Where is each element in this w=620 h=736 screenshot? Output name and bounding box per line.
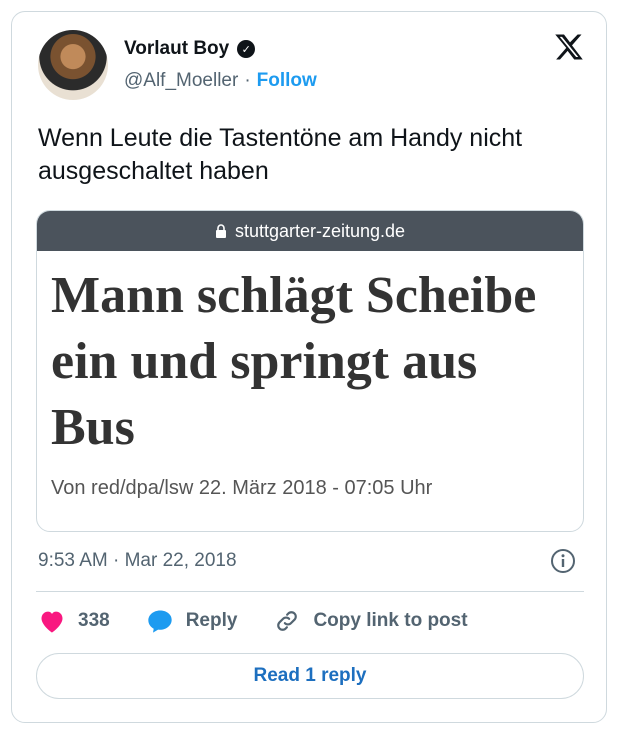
verified-badge-icon: ✓ <box>237 40 256 58</box>
tweet-card: Vorlaut Boy ✓ @Alf_Moeller · Follow Wenn… <box>11 11 607 723</box>
separator: · <box>244 70 251 91</box>
reply-bubble-icon <box>148 610 172 633</box>
copy-link-label: Copy link to post <box>313 610 468 631</box>
avatar[interactable] <box>38 30 108 100</box>
heart-icon <box>41 611 63 633</box>
copy-link-button[interactable]: Copy link to post <box>273 608 468 634</box>
reply-button[interactable]: Reply <box>146 608 238 634</box>
author-handle[interactable]: @Alf_Moeller <box>124 70 238 92</box>
link-icon <box>277 611 298 631</box>
article-headline: Mann schlägt Scheibe ein und springt aus… <box>51 267 537 456</box>
follow-button[interactable]: Follow <box>257 70 317 92</box>
tweet-text: Wenn Leute die Tastentöne am Handy nicht… <box>38 124 523 185</box>
divider <box>36 591 584 592</box>
embed-url-bar: stuttgarter-zeitung.de <box>37 211 583 251</box>
lock-icon <box>215 224 226 238</box>
author-name[interactable]: Vorlaut Boy <box>124 38 229 60</box>
article-byline: Von red/dpa/lsw 22. März 2018 - 07:05 Uh… <box>51 477 433 499</box>
embedded-article[interactable]: stuttgarter-zeitung.de Mann schlägt Sche… <box>36 210 584 532</box>
x-logo-icon[interactable] <box>554 32 584 62</box>
embed-domain: stuttgarter-zeitung.de <box>234 220 406 241</box>
info-icon[interactable] <box>550 548 576 574</box>
like-count: 338 <box>78 610 110 631</box>
like-button[interactable]: 338 <box>38 608 110 634</box>
author-name-row: Vorlaut Boy ✓ <box>124 38 256 60</box>
reply-label: Reply <box>185 610 238 631</box>
action-bar: 338 Reply Copy link to post <box>38 608 504 634</box>
tweet-timestamp[interactable]: 9:53 AM · Mar 22, 2018 <box>38 550 237 572</box>
read-replies-button[interactable]: Read 1 reply <box>36 653 584 699</box>
author-handle-row: @Alf_Moeller · Follow <box>124 70 317 92</box>
